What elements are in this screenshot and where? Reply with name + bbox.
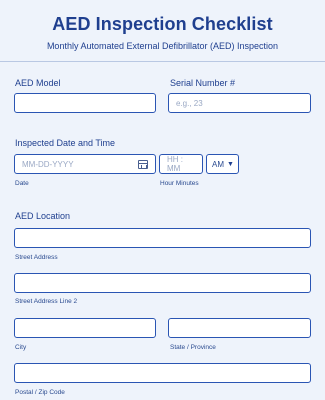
ampm-value: AM <box>212 159 224 169</box>
state-province-input[interactable] <box>168 318 311 338</box>
postal-zip-input[interactable] <box>14 363 311 383</box>
chevron-down-icon: ▼ <box>227 160 234 168</box>
time-placeholder: HH : MM <box>167 155 183 173</box>
aed-location-label: AED Location <box>15 211 71 221</box>
street-address-sublabel: Street Address <box>15 254 58 261</box>
street-address-line2-sublabel: Street Address Line 2 <box>15 298 78 305</box>
page-subtitle: Monthly Automated External Defibrillator… <box>46 41 279 51</box>
city-input[interactable] <box>14 318 156 338</box>
serial-number-label: Serial Number # <box>170 78 236 88</box>
aed-model-label: AED Model <box>15 78 61 88</box>
city-sublabel: City <box>15 344 27 351</box>
calendar-icon[interactable] <box>138 159 148 169</box>
time-input[interactable]: HH : MM <box>159 154 203 174</box>
page-title: AED Inspection Checklist <box>52 14 273 34</box>
inspected-datetime-label: Inspected Date and Time <box>15 138 116 148</box>
form-header: AED Inspection Checklist Monthly Automat… <box>0 0 325 62</box>
state-province-sublabel: State / Province <box>170 344 216 351</box>
postal-zip-sublabel: Postal / Zip Code <box>15 389 65 396</box>
serial-number-placeholder: e.g., 23 <box>176 98 203 108</box>
serial-number-input[interactable]: e.g., 23 <box>168 93 311 113</box>
time-sublabel: Hour Minutes <box>160 180 199 187</box>
street-address-input[interactable] <box>14 228 311 248</box>
date-placeholder: MM-DD-YYYY <box>22 159 74 169</box>
date-sublabel: Date <box>15 180 29 187</box>
date-input[interactable]: MM-DD-YYYY <box>14 154 156 174</box>
ampm-select[interactable]: AM ▼ <box>206 154 239 174</box>
street-address-line2-input[interactable] <box>14 273 311 293</box>
aed-model-input[interactable] <box>14 93 156 113</box>
